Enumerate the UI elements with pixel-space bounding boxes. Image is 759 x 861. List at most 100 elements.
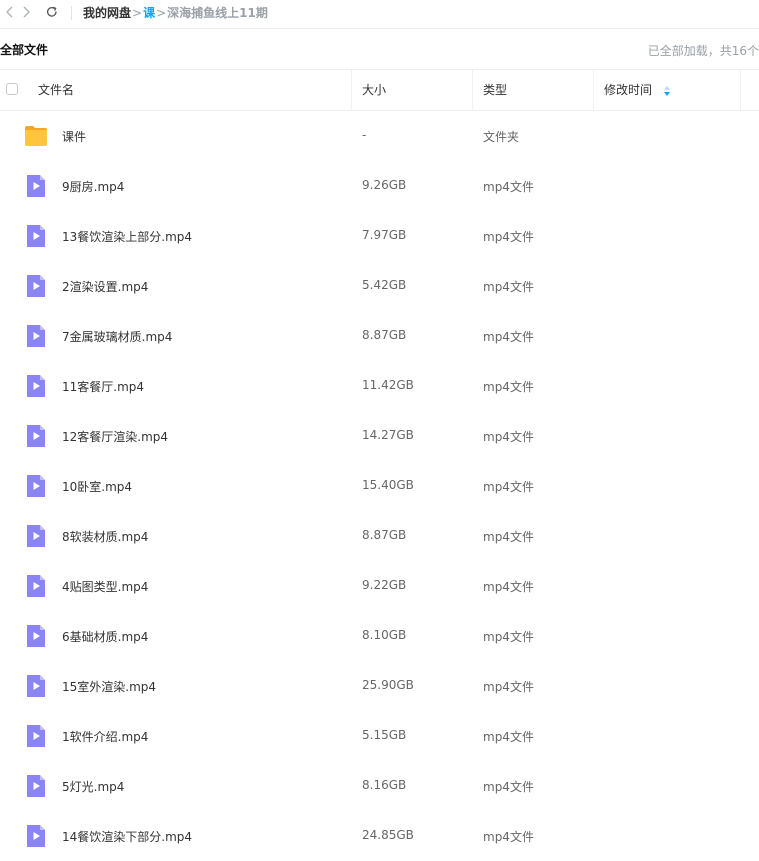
breadcrumb-root[interactable]: 我的网盘: [83, 4, 131, 21]
breadcrumb-current: 深海捕鱼线上11期: [167, 6, 268, 20]
file-type: mp4文件: [483, 730, 534, 744]
file-size: 8.10GB: [362, 628, 407, 642]
file-row[interactable]: 12客餐厅渲染.mp4 14.27GB mp4文件: [0, 411, 759, 461]
file-type: mp4文件: [483, 630, 534, 644]
file-name[interactable]: 13餐饮渲染上部分.mp4: [62, 228, 192, 245]
column-header-name[interactable]: 文件名: [38, 70, 74, 110]
file-type: mp4文件: [483, 230, 534, 244]
file-size: 8.87GB: [362, 328, 407, 342]
file-size: -: [362, 128, 367, 142]
video-file-icon: [24, 774, 48, 798]
file-row[interactable]: 6基础材质.mp4 8.10GB mp4文件: [0, 611, 759, 661]
column-header-modified[interactable]: 修改时间: [604, 70, 670, 110]
file-type: mp4文件: [483, 380, 534, 394]
file-row[interactable]: 课件 - 文件夹: [0, 111, 759, 161]
file-name[interactable]: 8软装材质.mp4: [62, 528, 148, 545]
file-size: 9.22GB: [362, 578, 407, 592]
folder-icon: [24, 124, 48, 148]
forward-button[interactable]: [16, 2, 36, 22]
file-name[interactable]: 1软件介绍.mp4: [62, 728, 148, 745]
file-row[interactable]: 4贴图类型.mp4 9.22GB mp4文件: [0, 561, 759, 611]
file-row[interactable]: 11客餐厅.mp4 11.42GB mp4文件: [0, 361, 759, 411]
breadcrumb: 我的网盘 > 课 > 深海捕鱼线上11期: [83, 4, 268, 21]
file-row[interactable]: 1软件介绍.mp4 5.15GB mp4文件: [0, 711, 759, 761]
file-row[interactable]: 13餐饮渲染上部分.mp4 7.97GB mp4文件: [0, 211, 759, 261]
file-type: mp4文件: [483, 780, 534, 794]
file-type: mp4文件: [483, 280, 534, 294]
file-name[interactable]: 12客餐厅渲染.mp4: [62, 428, 168, 445]
video-file-icon: [24, 224, 48, 248]
file-row[interactable]: 8软装材质.mp4 8.87GB mp4文件: [0, 511, 759, 561]
page-title: 全部文件: [0, 43, 49, 57]
file-size: 24.85GB: [362, 828, 414, 842]
file-size: 8.16GB: [362, 778, 407, 792]
file-name[interactable]: 2渲染设置.mp4: [62, 278, 148, 295]
title-bar: 全部文件 已全部加载，共16个: [0, 28, 759, 70]
file-size: 25.90GB: [362, 678, 414, 692]
column-header-modified-label: 修改时间: [604, 83, 653, 97]
load-status: 已全部加载，共16个: [647, 44, 759, 58]
file-size: 7.97GB: [362, 228, 407, 242]
file-name[interactable]: 9厨房.mp4: [62, 178, 124, 195]
file-name[interactable]: 课件: [62, 128, 86, 145]
file-type: mp4文件: [483, 430, 534, 444]
select-all-checkbox[interactable]: [6, 83, 18, 95]
file-size: 5.42GB: [362, 278, 407, 292]
file-name[interactable]: 4贴图类型.mp4: [62, 578, 148, 595]
file-type: mp4文件: [483, 530, 534, 544]
file-size: 14.27GB: [362, 428, 414, 442]
file-row[interactable]: 7金属玻璃材质.mp4 8.87GB mp4文件: [0, 311, 759, 361]
chevron-left-icon: [6, 6, 13, 18]
video-file-icon: [24, 574, 48, 598]
refresh-icon: [46, 6, 57, 17]
video-file-icon: [24, 674, 48, 698]
file-row[interactable]: 15室外渲染.mp4 25.90GB mp4文件: [0, 661, 759, 711]
refresh-button[interactable]: [42, 2, 62, 22]
file-row[interactable]: 9厨房.mp4 9.26GB mp4文件: [0, 161, 759, 211]
file-name[interactable]: 11客餐厅.mp4: [62, 378, 144, 395]
video-file-icon: [24, 724, 48, 748]
file-row[interactable]: 14餐饮渲染下部分.mp4 24.85GB mp4文件: [0, 811, 759, 861]
top-nav-bar: 我的网盘 > 课 > 深海捕鱼线上11期: [0, 0, 759, 29]
column-divider[interactable]: [472, 70, 473, 110]
file-name[interactable]: 6基础材质.mp4: [62, 628, 148, 645]
column-divider[interactable]: [740, 70, 741, 110]
video-file-icon: [24, 824, 48, 848]
column-divider[interactable]: [351, 70, 352, 110]
file-type: mp4文件: [483, 680, 534, 694]
sort-icon: [663, 85, 670, 96]
file-type: mp4文件: [483, 330, 534, 344]
video-file-icon: [24, 274, 48, 298]
column-header-type[interactable]: 类型: [483, 70, 507, 110]
file-name[interactable]: 10卧室.mp4: [62, 478, 132, 495]
breadcrumb-separator: >: [156, 5, 167, 20]
nav-divider: [71, 6, 72, 20]
video-file-icon: [24, 324, 48, 348]
file-type: 文件夹: [483, 130, 520, 144]
file-type: mp4文件: [483, 180, 534, 194]
file-name[interactable]: 7金属玻璃材质.mp4: [62, 328, 172, 345]
file-size: 9.26GB: [362, 178, 407, 192]
file-size: 15.40GB: [362, 478, 414, 492]
file-row[interactable]: 2渲染设置.mp4 5.42GB mp4文件: [0, 261, 759, 311]
column-divider[interactable]: [593, 70, 594, 110]
breadcrumb-folder[interactable]: 课: [143, 4, 155, 21]
file-size: 11.42GB: [362, 378, 414, 392]
file-size: 5.15GB: [362, 728, 407, 742]
file-name[interactable]: 5灯光.mp4: [62, 778, 124, 795]
video-file-icon: [24, 624, 48, 648]
file-row[interactable]: 5灯光.mp4 8.16GB mp4文件: [0, 761, 759, 811]
file-type: mp4文件: [483, 480, 534, 494]
file-size: 8.87GB: [362, 528, 407, 542]
chevron-right-icon: [23, 6, 30, 18]
table-header: 文件名 大小 类型 修改时间: [0, 70, 759, 111]
breadcrumb-separator: >: [132, 5, 143, 20]
file-name[interactable]: 15室外渲染.mp4: [62, 678, 156, 695]
video-file-icon: [24, 374, 48, 398]
column-header-size[interactable]: 大小: [362, 70, 386, 110]
video-file-icon: [24, 474, 48, 498]
file-type: mp4文件: [483, 580, 534, 594]
file-row[interactable]: 10卧室.mp4 15.40GB mp4文件: [0, 461, 759, 511]
video-file-icon: [24, 174, 48, 198]
video-file-icon: [24, 524, 48, 548]
